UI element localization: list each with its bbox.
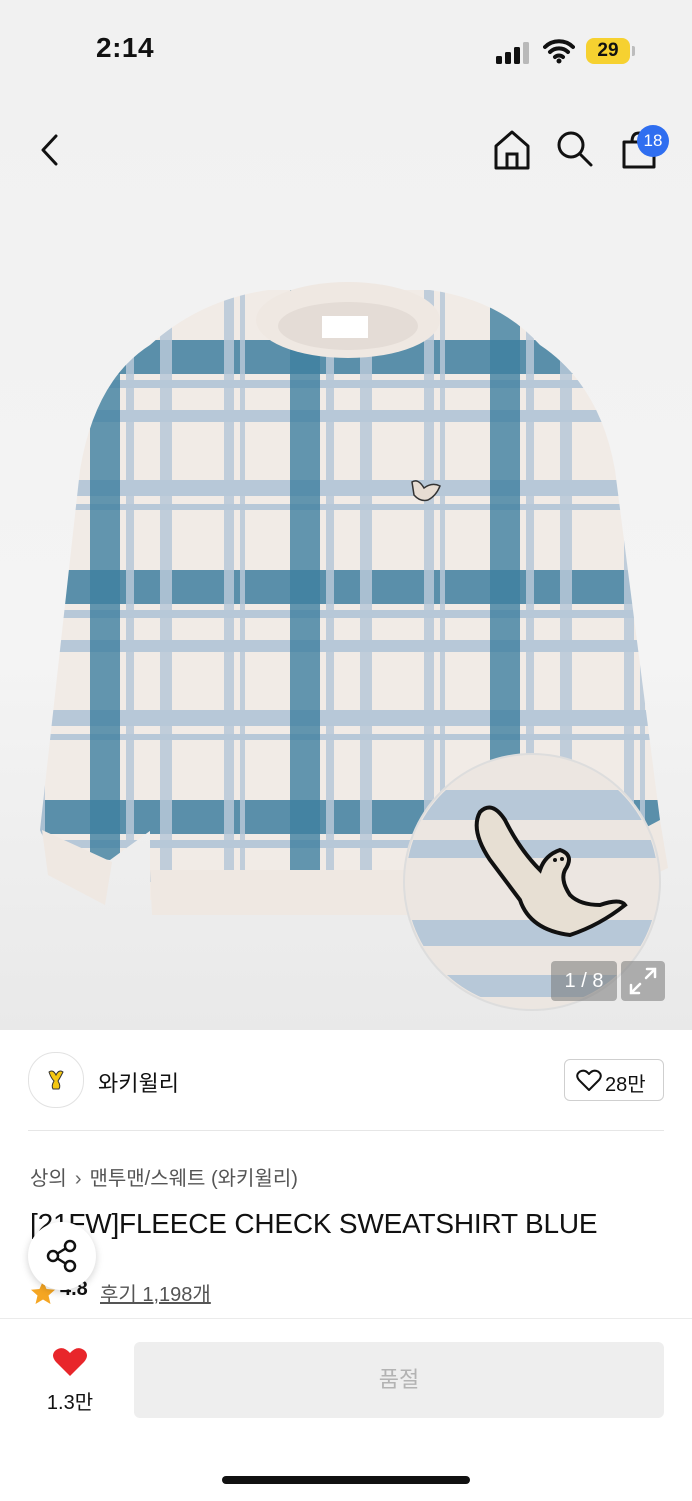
heart-filled-icon[interactable]	[52, 1346, 88, 1378]
cart-count-badge: 18	[637, 125, 669, 157]
breadcrumb-category[interactable]: 상의	[30, 1168, 67, 1190]
chevron-right-icon: ›	[74, 1168, 82, 1190]
brand-like-button[interactable]: 28만	[564, 1059, 664, 1101]
product-image-gallery[interactable]	[0, 100, 692, 1030]
review-count-link[interactable]: 후기 1,198개	[100, 1278, 211, 1307]
status-bar: 2:14 29	[0, 0, 692, 100]
product-image	[40, 282, 668, 1011]
expand-icon	[629, 967, 657, 995]
brand-logo-icon	[48, 1070, 64, 1090]
share-button[interactable]	[28, 1222, 96, 1290]
brand-like-count: 28만	[605, 1074, 646, 1096]
brand-name[interactable]: 와키윌리	[98, 1066, 179, 1098]
brand-row[interactable]: 와키윌리 28만	[28, 1052, 664, 1110]
breadcrumb-subcategory[interactable]: 맨투맨/스웨트 (와키윌리)	[89, 1168, 297, 1190]
home-icon[interactable]	[494, 130, 530, 170]
heart-outline-icon	[576, 1069, 602, 1091]
home-indicator	[222, 1476, 470, 1484]
battery-tip	[632, 46, 635, 56]
sold-out-button[interactable]: 품절	[134, 1342, 664, 1418]
back-arrow-icon[interactable]	[38, 134, 62, 166]
cellular-signal-icon	[496, 42, 529, 64]
status-time: 2:14	[96, 32, 155, 63]
share-icon	[46, 1239, 77, 1273]
battery-level: 29	[586, 38, 630, 64]
image-counter: 1 / 8	[551, 961, 617, 1001]
product-title: [21FW]FLEECE CHECK SWEATSHIRT BLUE	[30, 1208, 598, 1239]
favorite-count: 1.3만	[46, 1392, 94, 1414]
expand-image-button[interactable]	[621, 961, 665, 1001]
wifi-icon	[543, 39, 575, 64]
brand-logo[interactable]	[28, 1052, 84, 1108]
breadcrumb: 상의 › 맨투맨/스웨트 (와키윌리)	[30, 1162, 298, 1191]
search-icon[interactable]	[556, 130, 594, 168]
divider	[28, 1130, 664, 1131]
